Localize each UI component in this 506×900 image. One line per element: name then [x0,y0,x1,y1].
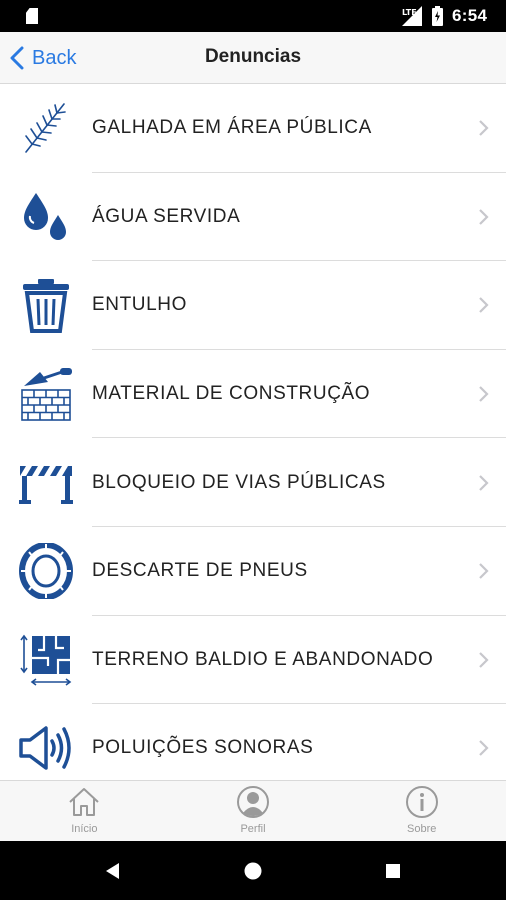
chevron-right-icon [479,120,489,137]
clock: 6:54 [452,6,488,25]
tab-bar: Início Perfil Sobre [0,780,506,841]
chevron-right-icon [479,386,489,402]
list-item-galhada[interactable]: GALHADA EM ÁREA PÚBLICA [0,84,506,173]
status-bar: LTE 6:54 [0,0,506,32]
chevron-right-icon [479,474,489,491]
tab-label: Sobre [407,823,437,835]
sim-card-icon [26,8,38,24]
svg-text:LTE: LTE [402,8,417,17]
system-back-icon[interactable] [103,861,123,881]
list-item-descarte-pneus[interactable]: DESCARTE DE PNEUS [0,527,506,616]
branch-icon [18,100,74,156]
item-label: GALHADA EM ÁREA PÚBLICA [92,117,372,139]
list-item-material-construcao[interactable]: MATERIAL DE CONSTRUÇÃO [0,350,506,439]
item-label: TERRENO BALDIO E ABANDONADO [92,648,434,670]
tire-icon [18,541,74,600]
system-home-icon[interactable] [243,861,263,881]
page-title: Denuncias [204,46,302,67]
item-label: BLOQUEIO DE VIAS PÚBLICAS [92,471,386,493]
item-label: ÁGUA SERVIDA [92,205,241,227]
battery-icon [432,6,443,26]
chevron-right-icon [479,297,489,314]
item-label: MATERIAL DE CONSTRUÇÃO [92,383,371,405]
info-icon [405,786,438,818]
chevron-right-icon [479,740,489,757]
list-item-entulho[interactable]: ENTULHO [0,261,506,350]
profile-icon [237,786,269,818]
road-barrier-icon [18,454,74,510]
list-item-bloqueio-vias[interactable]: BLOQUEIO DE VIAS PÚBLICAS [0,438,506,527]
tab-label: Início [71,823,98,835]
chevron-right-icon [479,652,489,668]
navigation-bar: Back Denuncias [0,32,506,84]
item-label: POLUIÇÕES SONORAS [92,737,314,759]
item-label: ENTULHO [92,294,187,316]
speaker-icon [18,720,74,776]
tab-sobre[interactable]: Sobre [337,781,506,841]
list-item-poluicoes-sonoras[interactable]: POLUIÇÕES SONORAS [0,704,506,780]
list-item-agua-servida[interactable]: ÁGUA SERVIDA [0,173,506,262]
item-label: DESCARTE DE PNEUS [92,560,308,582]
tab-label: Perfil [240,823,266,835]
tab-perfil[interactable]: Perfil [169,781,338,841]
tab-inicio[interactable]: Início [0,781,169,841]
lte-signal-icon: LTE [402,6,422,26]
water-drops-icon [18,189,74,245]
chevron-right-icon [479,209,489,225]
system-navigation-bar [0,841,506,900]
trash-can-icon [18,277,74,334]
home-icon [69,788,100,816]
chevron-right-icon [479,563,489,580]
floor-plan-icon [18,632,74,688]
list-item-terreno-baldio[interactable]: TERRENO BALDIO E ABANDONADO [0,616,506,705]
brick-wall-trowel-icon [18,366,74,422]
complaint-list: GALHADA EM ÁREA PÚBLICA ÁGUA SERVIDA ENT… [0,84,506,780]
system-recents-icon[interactable] [383,861,403,881]
